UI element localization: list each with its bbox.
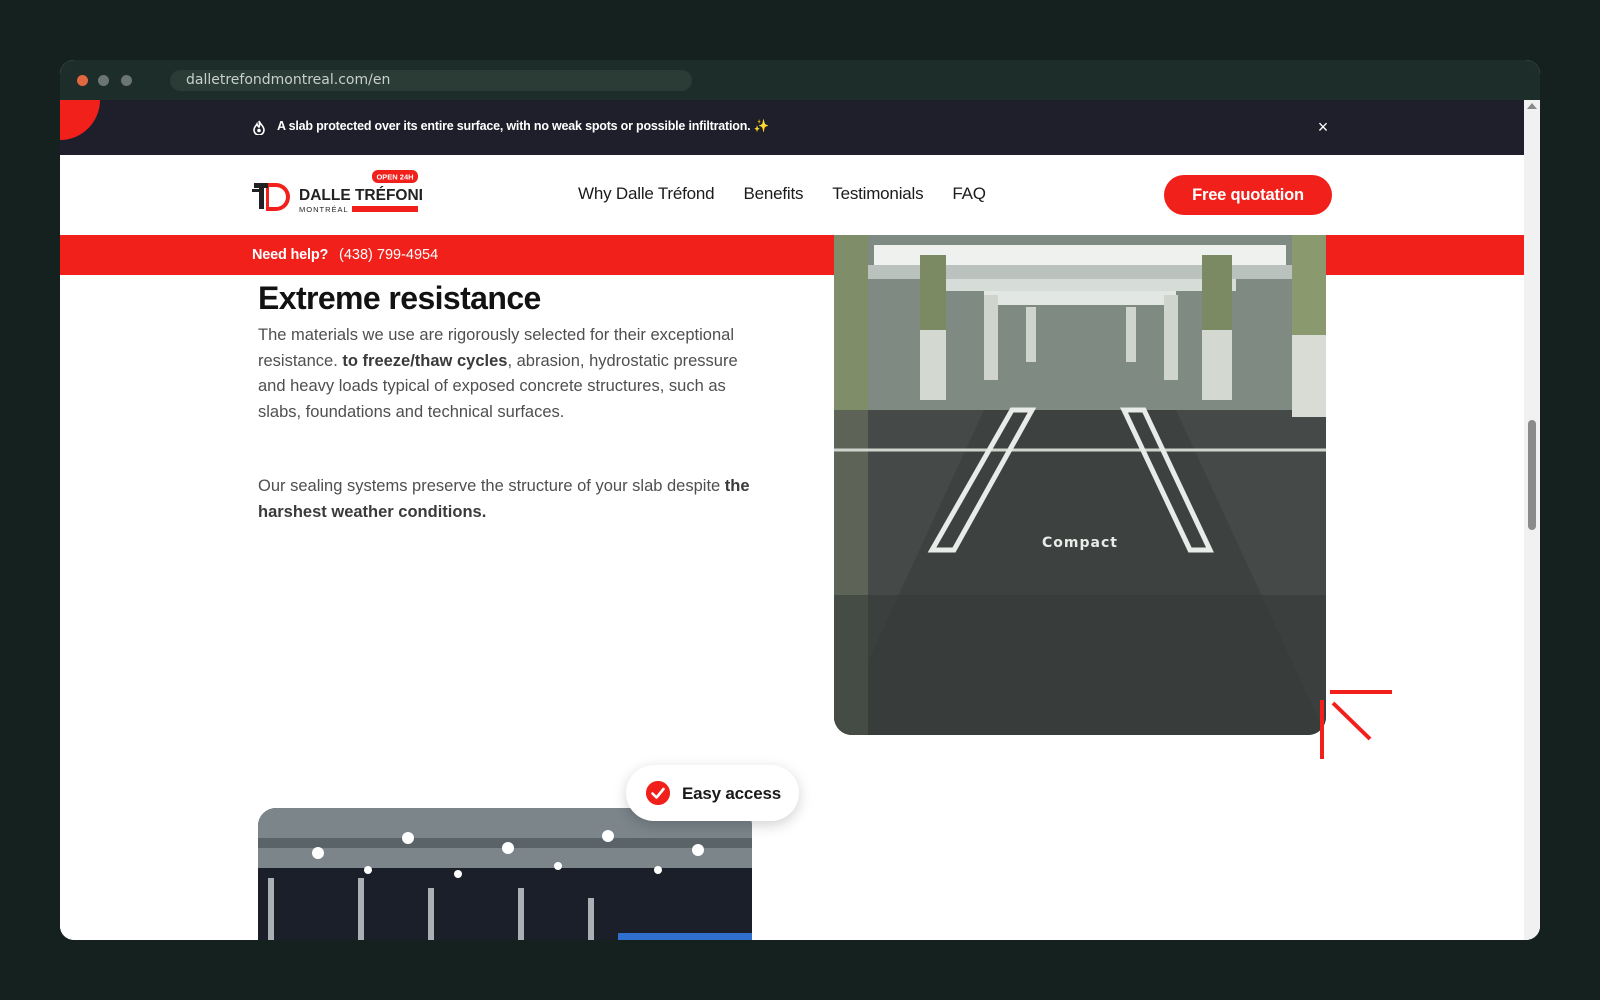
- help-phone-link[interactable]: (438) 799-4954: [339, 247, 438, 263]
- scrollbar[interactable]: [1524, 100, 1540, 940]
- window-close-dot[interactable]: [77, 75, 88, 86]
- nav-item-testimonials[interactable]: Testimonials: [832, 184, 923, 204]
- scroll-up-arrow[interactable]: [1527, 103, 1537, 109]
- decorative-corner-shape: [60, 100, 100, 140]
- scrollbar-thumb[interactable]: [1528, 420, 1536, 530]
- logo-badge: OPEN 24H: [376, 173, 413, 182]
- logo-city: MONTRÉAL: [299, 205, 349, 214]
- window-minimize-dot[interactable]: [98, 75, 109, 86]
- close-icon[interactable]: ×: [1314, 118, 1332, 136]
- announcement-text: A slab protected over its entire surface…: [277, 119, 770, 133]
- page-viewport: A slab protected over its entire surface…: [60, 100, 1540, 940]
- service-station-image: [258, 808, 752, 940]
- address-bar[interactable]: dalletrefondmontreal.com/en: [170, 70, 692, 91]
- nav-item-faq[interactable]: FAQ: [952, 184, 986, 204]
- logo-brand: DALLE TRÉFOND: [299, 187, 422, 204]
- free-quotation-button[interactable]: Free quotation: [1164, 175, 1332, 215]
- check-icon: [646, 781, 670, 805]
- easy-access-badge: Easy access: [626, 765, 799, 821]
- logo[interactable]: OPEN 24H DALLE TRÉFOND MONTRÉAL: [252, 169, 422, 221]
- nav-item-benefits[interactable]: Benefits: [743, 184, 803, 204]
- browser-window: dalletrefondmontreal.com/en A slab prote…: [60, 60, 1540, 940]
- browser-chrome: dalletrefondmontreal.com/en: [60, 60, 1540, 100]
- para1-bold: to freeze/thaw cycles: [342, 351, 508, 370]
- section-paragraph-2: Our sealing systems preserve the structu…: [258, 474, 758, 525]
- parking-garage-image: Compact: [834, 235, 1326, 735]
- section-title: Extreme resistance: [258, 280, 541, 316]
- para2-text-a: Our sealing systems preserve the structu…: [258, 477, 725, 495]
- fire-icon: [253, 120, 265, 135]
- site-header: OPEN 24H DALLE TRÉFOND MONTRÉAL Why Dall…: [60, 155, 1524, 235]
- badge-label: Easy access: [682, 784, 781, 803]
- floor-marking-text: Compact: [1042, 535, 1118, 551]
- decorative-arrow-accent: [1320, 690, 1392, 759]
- section-paragraph-1: The materials we use are rigorously sele…: [258, 323, 758, 425]
- nav-item-why[interactable]: Why Dalle Tréfond: [578, 184, 715, 204]
- main-nav: Why Dalle Tréfond Benefits Testimonials …: [578, 184, 986, 204]
- window-maximize-dot[interactable]: [121, 75, 132, 86]
- help-label: Need help?: [252, 247, 329, 263]
- announcement-bar: A slab protected over its entire surface…: [60, 100, 1524, 155]
